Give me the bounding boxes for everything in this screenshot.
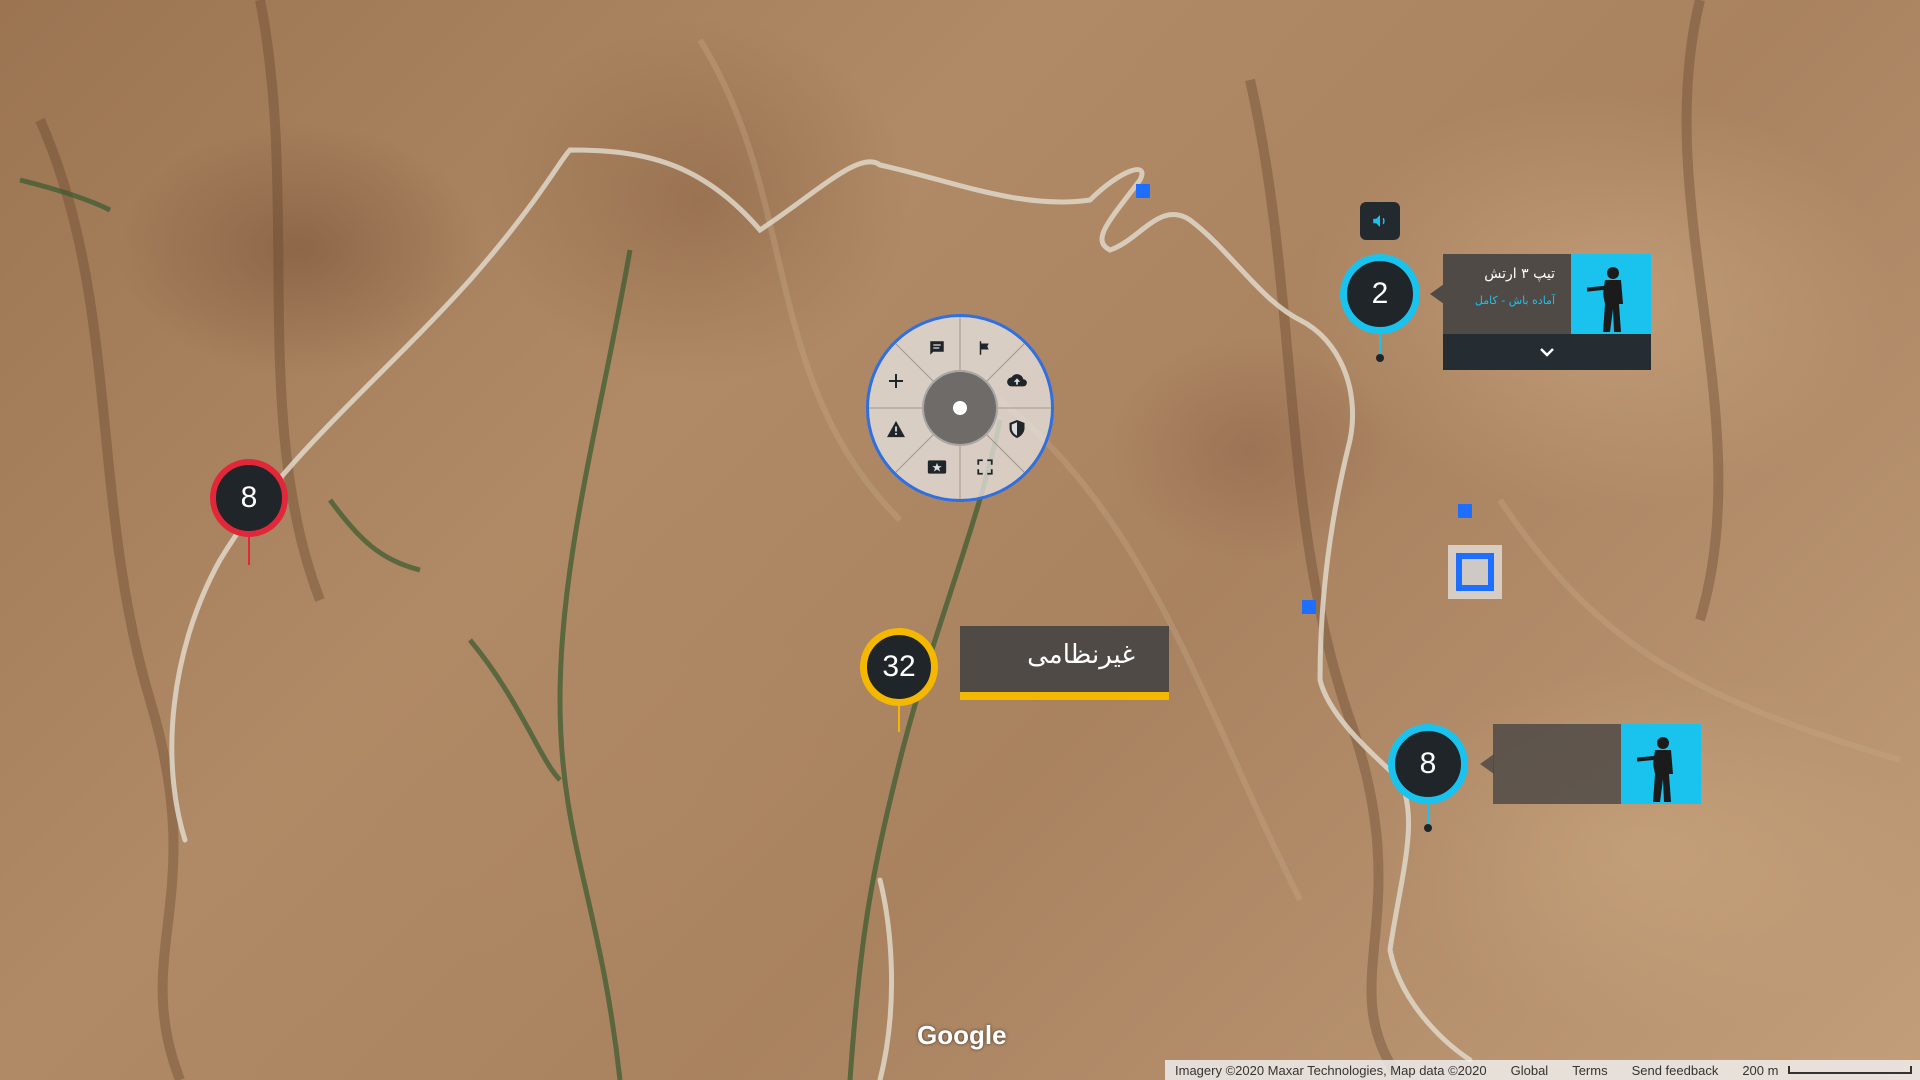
comment-icon [930,341,944,355]
unit-card-title: تیپ ۳ ارتش [1484,266,1555,282]
unit-card-subtitle: آماده باش - کامل [1474,294,1555,307]
marker-stem [898,706,900,732]
unit-card-avatar [1621,724,1701,804]
scale-bar [1788,1066,1913,1074]
star-badge-icon [927,460,947,474]
card-pointer [1480,754,1494,774]
send-feedback-link[interactable]: Send feedback [1632,1063,1719,1078]
terms-link[interactable]: Terms [1572,1063,1607,1078]
marker-circle[interactable]: 2 [1340,254,1420,334]
marker-count: 8 [240,481,258,514]
attribution-text: Imagery ©2020 Maxar Technologies, Map da… [1175,1062,1487,1078]
scale-label[interactable]: 200 m [1742,1063,1778,1078]
unit-card-expand-button[interactable] [1443,334,1651,370]
speaker-button[interactable] [1360,202,1400,240]
civilian-label[interactable]: غیرنظامی [960,626,1169,700]
marker-stem [248,537,250,565]
map-attribution-bar: Imagery ©2020 Maxar Technologies, Map da… [1165,1060,1920,1080]
soldier-icon [1586,267,1623,332]
radial-favorite-button[interactable] [923,453,951,481]
soldier-icon [1636,737,1673,802]
marker-count: 32 [882,650,916,683]
selection-box[interactable] [1448,545,1502,599]
radial-add-button[interactable] [882,367,910,395]
satellite-map[interactable] [0,0,1920,1080]
terrain-layer [19,0,1901,1080]
unit-card[interactable]: تیپ ۳ ارتش آماده باش - کامل [1430,254,1651,334]
marker-circle[interactable]: 32 [860,628,938,706]
add-icon [889,374,903,388]
marker-base [1424,824,1432,832]
radial-warning-button[interactable] [882,415,910,443]
speaker-icon [1373,215,1385,227]
civilian-label-text: غیرنظامی [1027,640,1135,670]
radial-shield-button[interactable] [1003,415,1031,443]
waypoint-marker[interactable] [1136,184,1150,198]
chevron-down-icon [1540,348,1554,357]
civilian-label-accent [960,692,1169,700]
warning-icon [887,420,905,438]
marker-count: 8 [1419,747,1437,780]
selection-box-inner [1456,553,1494,591]
unit-card-compact[interactable] [1480,724,1701,804]
marker-base [1376,354,1384,362]
fullscreen-icon [977,459,993,475]
center-dot-icon [953,401,967,415]
radial-comment-button[interactable] [923,334,951,362]
waypoint-marker[interactable] [1458,504,1472,518]
marker-count: 2 [1371,277,1389,310]
card-pointer [1430,284,1444,304]
radial-center-button[interactable] [922,370,998,446]
region-label: Global [1510,1062,1549,1078]
marker-circle[interactable]: 8 [210,459,288,537]
shield-icon [1009,420,1025,438]
radial-menu[interactable] [866,314,1054,502]
radial-fullscreen-button[interactable] [971,453,999,481]
flag-icon [979,341,989,355]
waypoint-marker[interactable] [1302,600,1316,614]
marker-circle[interactable]: 8 [1388,724,1468,804]
cloud-upload-icon [1007,374,1027,387]
radial-flag-button[interactable] [971,334,999,362]
unit-card-avatar [1571,254,1651,334]
radial-upload-button[interactable] [1003,367,1031,395]
google-logo: Google [917,1020,1007,1050]
